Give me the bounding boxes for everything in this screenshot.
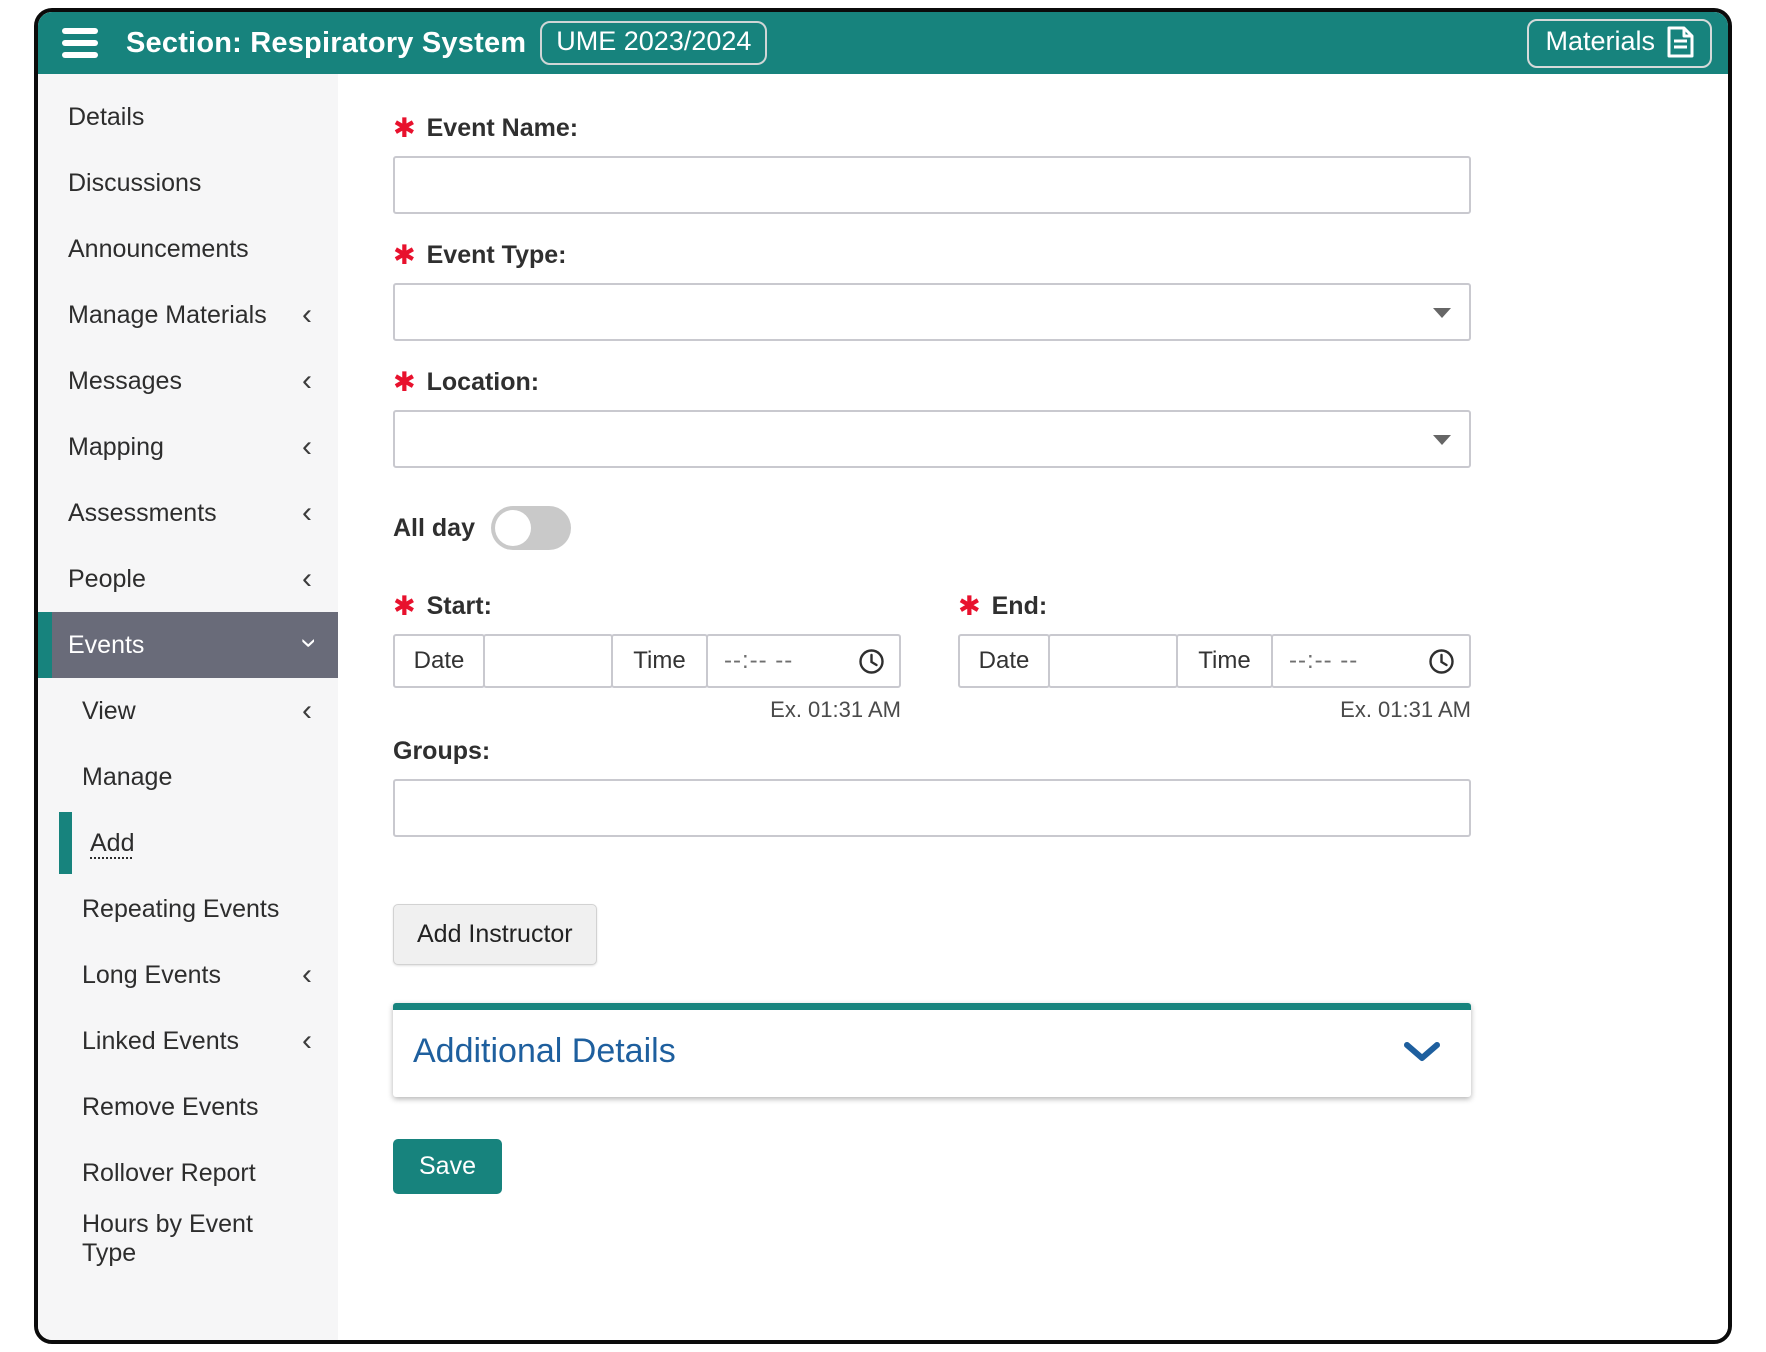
sidebar-item-discussions[interactable]: Discussions [38, 150, 338, 216]
additional-details-label: Additional Details [413, 1032, 676, 1070]
clock-icon [859, 648, 884, 674]
event-type-select[interactable] [393, 283, 1471, 341]
start-date-input[interactable] [483, 634, 613, 688]
chevron-left-icon: ‹ [302, 430, 312, 463]
end-time-placeholder: --:-- -- [1289, 647, 1359, 674]
required-asterisk-icon: ✱ [393, 367, 416, 397]
add-event-form: ✱ Event Name: ✱ Event Type: ✱ Location: … [338, 74, 1728, 1340]
sidebar-item-label: View [82, 696, 136, 725]
sidebar-item-events-manage[interactable]: Manage [38, 744, 338, 810]
end-date-addon: Date [958, 634, 1050, 688]
sidebar-item-label: People [68, 564, 146, 593]
sidebar-item-label: Hours by Event Type [82, 1210, 253, 1267]
chevron-down-icon: ‹ [290, 638, 323, 648]
end-label: End: [991, 592, 1048, 620]
page-title: Section: Respiratory System [126, 26, 527, 59]
sidebar-nav: Details Discussions Announcements Manage… [38, 74, 338, 1340]
end-time-hint: Ex. 01:31 AM [1340, 697, 1471, 722]
sidebar-item-details[interactable]: Details [38, 84, 338, 150]
sidebar-item-label: Messages [68, 366, 182, 395]
event-name-input[interactable] [393, 156, 1471, 214]
location-label: Location: [426, 368, 540, 396]
app-window: Section: Respiratory System UME 2023/202… [34, 8, 1732, 1344]
select-caret-icon [1433, 435, 1451, 445]
sidebar-item-label: Long Events [82, 960, 221, 989]
sidebar-item-label: Manage Materials [68, 300, 267, 329]
sidebar-item-events-add[interactable]: Add [38, 810, 338, 876]
clock-icon [1429, 648, 1454, 674]
sidebar-item-events-view[interactable]: View ‹ [38, 678, 338, 744]
event-name-label: Event Name: [426, 114, 579, 142]
add-instructor-button[interactable]: Add Instructor [393, 904, 597, 965]
required-asterisk-icon: ✱ [393, 113, 416, 143]
end-date-input[interactable] [1048, 634, 1178, 688]
sidebar-item-label: Announcements [68, 234, 249, 263]
sidebar-item-manage-materials[interactable]: Manage Materials ‹ [38, 282, 338, 348]
sidebar-item-remove-events[interactable]: Remove Events [38, 1074, 338, 1140]
start-time-hint: Ex. 01:31 AM [770, 697, 901, 722]
end-time-input[interactable]: --:-- -- [1271, 634, 1471, 688]
chevron-left-icon: ‹ [302, 496, 312, 529]
required-asterisk-icon: ✱ [958, 591, 981, 621]
sidebar-item-label: Add [90, 828, 135, 857]
sidebar-item-rollover-report[interactable]: Rollover Report [38, 1140, 338, 1206]
sidebar-item-mapping[interactable]: Mapping ‹ [38, 414, 338, 480]
event-type-label: Event Type: [426, 241, 567, 269]
start-time-input[interactable]: --:-- -- [706, 634, 901, 688]
materials-button-label: Materials [1545, 26, 1655, 56]
sidebar-item-label: Rollover Report [82, 1158, 256, 1187]
hamburger-menu-icon[interactable] [62, 28, 98, 58]
sidebar-item-long-events[interactable]: Long Events ‹ [38, 942, 338, 1008]
additional-details-panel[interactable]: Additional Details [393, 1003, 1471, 1097]
chevron-left-icon: ‹ [302, 1024, 312, 1057]
chevron-left-icon: ‹ [302, 562, 312, 595]
sidebar-item-events[interactable]: Events ‹ [38, 612, 338, 678]
select-caret-icon [1433, 308, 1451, 318]
sidebar-item-messages[interactable]: Messages ‹ [38, 348, 338, 414]
sidebar-item-assessments[interactable]: Assessments ‹ [38, 480, 338, 546]
location-select[interactable] [393, 410, 1471, 468]
chevron-left-icon: ‹ [302, 364, 312, 397]
sidebar-item-label: Mapping [68, 432, 164, 461]
all-day-toggle[interactable] [490, 506, 571, 550]
sidebar-item-label: Discussions [68, 168, 202, 197]
start-time-placeholder: --:-- -- [724, 647, 794, 674]
chevron-left-icon: ‹ [302, 694, 312, 727]
sidebar-item-people[interactable]: People ‹ [38, 546, 338, 612]
sidebar-item-label: Details [68, 102, 145, 131]
all-day-label: All day [393, 513, 475, 542]
chevron-left-icon: ‹ [302, 958, 312, 991]
sidebar-item-label: Remove Events [82, 1092, 259, 1121]
sidebar-item-announcements[interactable]: Announcements [38, 216, 338, 282]
header-bar: Section: Respiratory System UME 2023/202… [38, 12, 1728, 74]
groups-input[interactable] [393, 779, 1471, 837]
start-date-addon: Date [393, 634, 485, 688]
document-icon [1667, 26, 1694, 57]
sidebar-item-repeating-events[interactable]: Repeating Events [38, 876, 338, 942]
required-asterisk-icon: ✱ [393, 240, 416, 270]
sidebar-item-label: Manage [82, 762, 173, 791]
groups-label: Groups: [393, 737, 491, 765]
end-time-addon: Time [1176, 634, 1273, 688]
chevron-left-icon: ‹ [302, 298, 312, 331]
sidebar-item-hours-by-event-type[interactable]: Hours by Event Type [38, 1206, 338, 1272]
chevron-down-icon [1404, 1041, 1440, 1061]
sidebar-item-label: Assessments [68, 498, 217, 527]
materials-button[interactable]: Materials [1527, 18, 1712, 68]
save-button[interactable]: Save [393, 1139, 502, 1194]
sidebar-item-label: Repeating Events [82, 894, 280, 923]
required-asterisk-icon: ✱ [393, 591, 416, 621]
start-label: Start: [426, 592, 492, 620]
curriculum-period-badge: UME 2023/2024 [540, 21, 768, 65]
sidebar-item-linked-events[interactable]: Linked Events ‹ [38, 1008, 338, 1074]
sidebar-item-label: Events [68, 630, 145, 659]
start-time-addon: Time [611, 634, 708, 688]
sidebar-item-label: Linked Events [82, 1026, 240, 1055]
